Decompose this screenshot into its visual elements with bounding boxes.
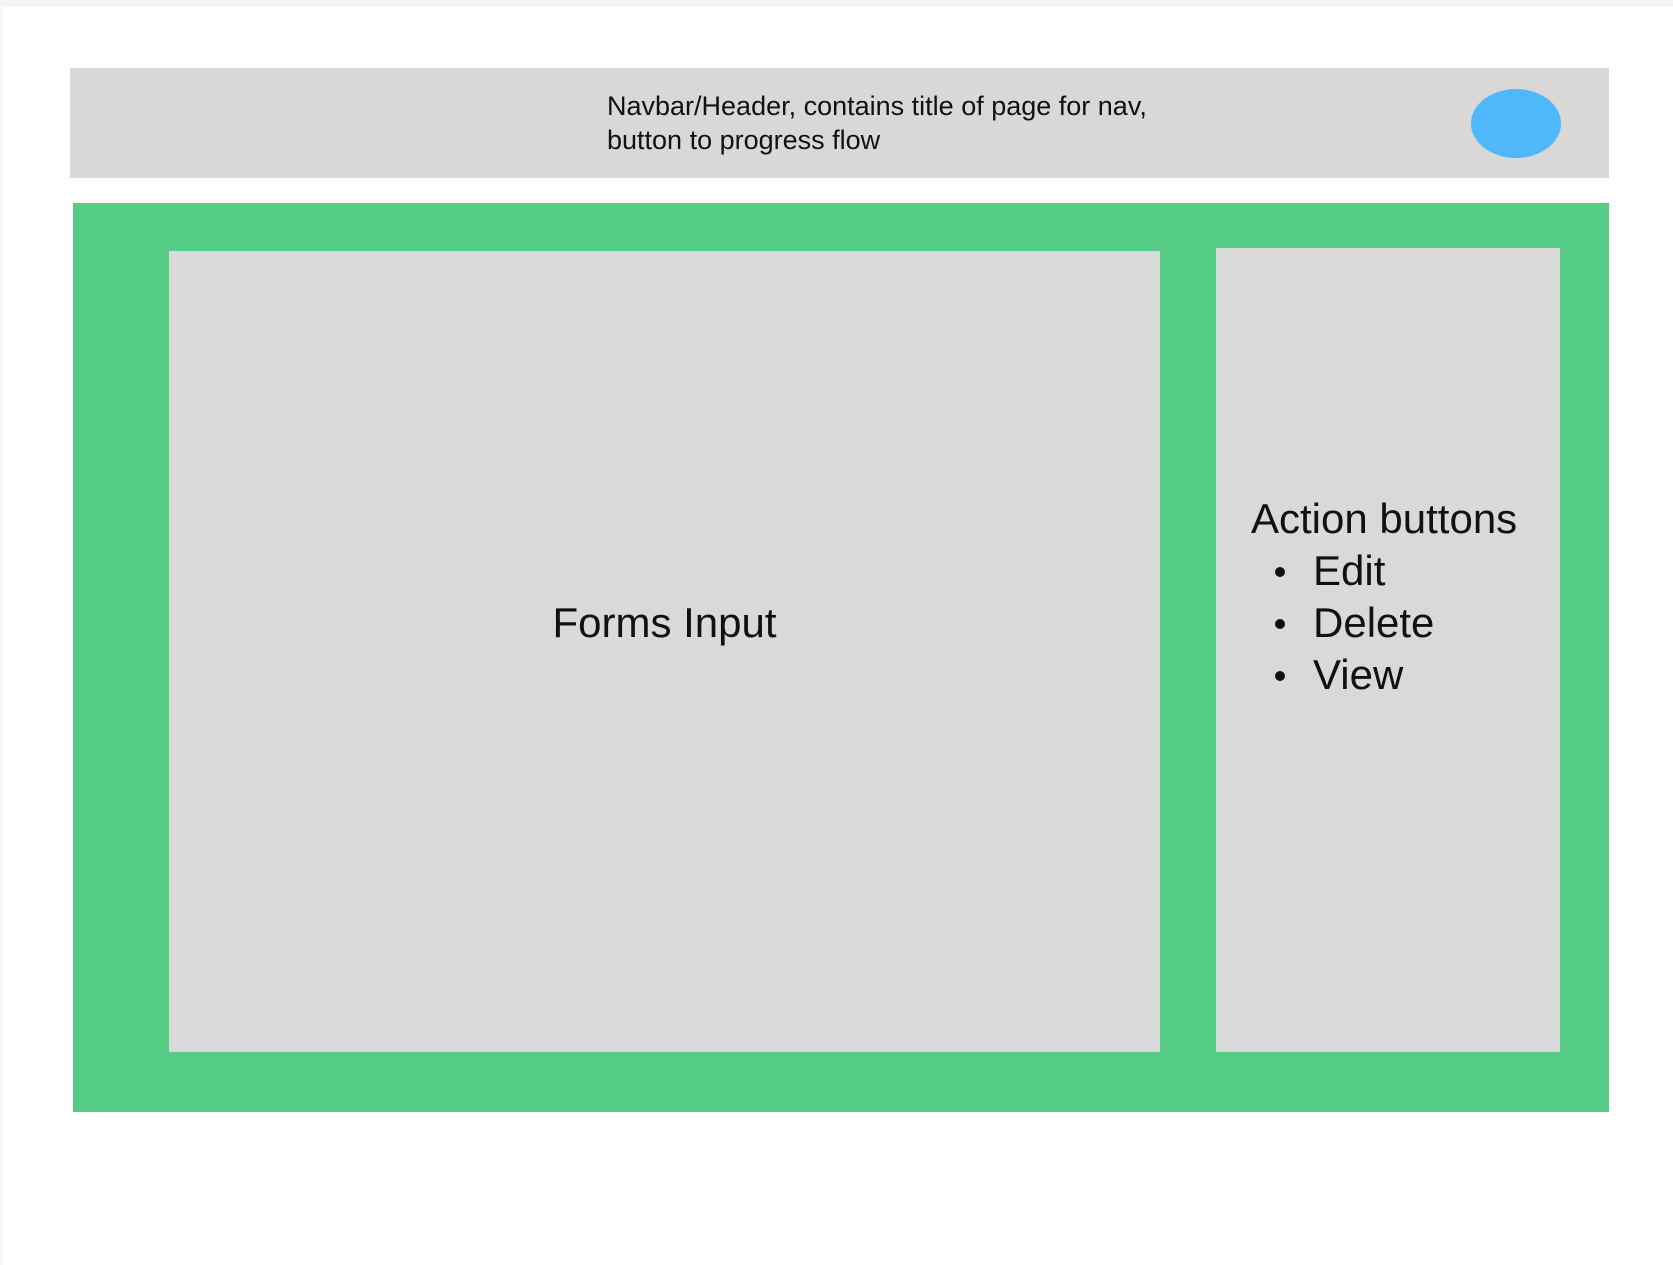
forms-input-label: Forms Input bbox=[552, 599, 777, 646]
bullet-icon bbox=[1275, 619, 1285, 629]
delete-action-label: Delete bbox=[1313, 599, 1435, 646]
edit-action[interactable]: Edit bbox=[1251, 545, 1517, 597]
view-action-label: View bbox=[1313, 651, 1404, 698]
action-buttons-panel: Action buttons Edit Delete View bbox=[1216, 248, 1560, 1052]
bullet-icon bbox=[1275, 671, 1285, 681]
edit-action-label: Edit bbox=[1313, 547, 1386, 594]
navbar-header: Navbar/Header, contains title of page fo… bbox=[70, 68, 1609, 178]
wireframe-canvas: Navbar/Header, contains title of page fo… bbox=[2, 7, 1673, 1265]
bullet-icon bbox=[1275, 567, 1285, 577]
action-buttons-heading: Action buttons bbox=[1251, 495, 1518, 542]
main-content-area: Forms Input Action buttons Edit Delete V… bbox=[73, 203, 1609, 1112]
delete-action[interactable]: Delete bbox=[1251, 597, 1517, 649]
progress-flow-button[interactable] bbox=[1471, 89, 1561, 158]
view-action[interactable]: View bbox=[1251, 649, 1517, 701]
action-buttons-content: Action buttons Edit Delete View bbox=[1251, 493, 1517, 701]
forms-input-panel[interactable]: Forms Input bbox=[169, 251, 1160, 1052]
header-description: Navbar/Header, contains title of page fo… bbox=[607, 91, 1147, 155]
action-buttons-list: Edit Delete View bbox=[1251, 545, 1517, 701]
